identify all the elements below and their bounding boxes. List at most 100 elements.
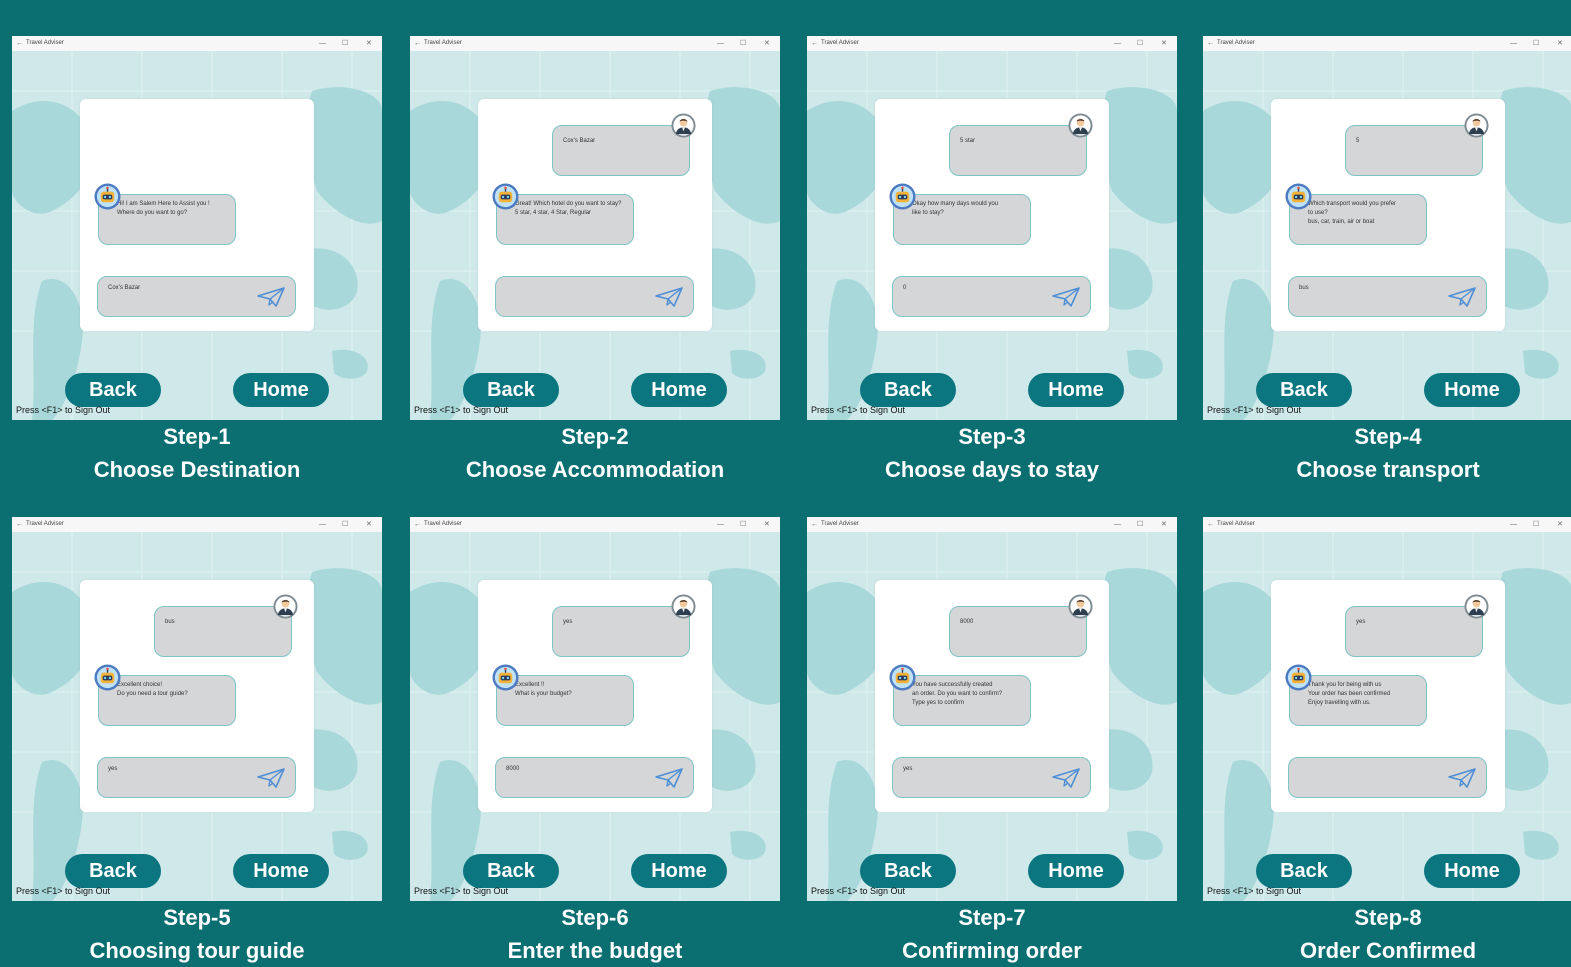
message-input[interactable]: yes [892, 757, 1091, 798]
robot-avatar-icon [1285, 664, 1312, 691]
input-value[interactable]: Cox's Bazar [108, 285, 140, 291]
back-button[interactable]: Back [1256, 854, 1352, 888]
message-input[interactable]: bus [1288, 276, 1487, 317]
input-value[interactable]: 0 [903, 285, 906, 291]
bot-message-line: You have successfully created [912, 682, 993, 688]
maximize-button[interactable]: ☐ [342, 36, 348, 51]
paper-plane-icon[interactable] [256, 767, 286, 789]
minimize-button[interactable]: — [1510, 517, 1517, 532]
paper-plane-icon[interactable] [256, 286, 286, 308]
back-button[interactable]: Back [463, 373, 559, 407]
window-title: Travel Adviser [424, 40, 462, 46]
home-button[interactable]: Home [1028, 373, 1124, 407]
input-value[interactable]: 8000 [506, 766, 519, 772]
input-value[interactable]: bus [1299, 285, 1309, 291]
minimize-button[interactable]: — [319, 36, 326, 51]
close-button[interactable]: ✕ [1161, 517, 1167, 532]
close-button[interactable]: ✕ [764, 36, 770, 51]
paper-plane-icon[interactable] [654, 286, 684, 308]
maximize-button[interactable]: ☐ [740, 517, 746, 532]
step-panel-6: ← Travel Adviser — ☐ ✕ yes Excellent !! … [410, 517, 780, 967]
back-arrow-icon[interactable]: ← [1207, 36, 1214, 51]
maximize-button[interactable]: ☐ [1533, 36, 1539, 51]
back-arrow-icon[interactable]: ← [414, 517, 421, 532]
close-button[interactable]: ✕ [1557, 517, 1563, 532]
back-arrow-icon[interactable]: ← [811, 517, 818, 532]
chat-card: bus Excellent choice! Do you need a tour … [80, 580, 314, 812]
back-arrow-icon[interactable]: ← [811, 36, 818, 51]
minimize-button[interactable]: — [319, 517, 326, 532]
paper-plane-icon[interactable] [1447, 286, 1477, 308]
message-input[interactable]: yes [97, 757, 296, 798]
chat-card: Cox's Bazar Great! Which hotel do you wa… [478, 99, 712, 331]
back-button[interactable]: Back [1256, 373, 1352, 407]
home-button[interactable]: Home [233, 373, 329, 407]
paper-plane-icon[interactable] [1447, 767, 1477, 789]
step-caption: Choose Accommodation [465, 457, 725, 482]
home-button[interactable]: Home [1424, 854, 1520, 888]
message-input[interactable]: Cox's Bazar [97, 276, 296, 317]
minimize-button[interactable]: — [1114, 517, 1121, 532]
paper-plane-icon[interactable] [654, 767, 684, 789]
paper-plane-icon[interactable] [1051, 286, 1081, 308]
home-button[interactable]: Home [631, 854, 727, 888]
businessman-avatar-icon [1068, 594, 1093, 619]
paper-plane-icon[interactable] [1051, 767, 1081, 789]
close-button[interactable]: ✕ [1161, 36, 1167, 51]
close-button[interactable]: ✕ [366, 517, 372, 532]
signout-hint: Press <F1> to Sign Out [1207, 886, 1302, 896]
back-button[interactable]: Back [65, 373, 161, 407]
message-input[interactable] [1288, 757, 1487, 798]
chat-card: yes Thank you for being with us Your orde… [1271, 580, 1505, 812]
app-window-screenshot: ← Travel Adviser — ☐ ✕ [410, 517, 780, 901]
step-number: Step-1 [163, 424, 231, 449]
back-button[interactable]: Back [65, 854, 161, 888]
user-message-bubble: bus [154, 606, 292, 657]
close-button[interactable]: ✕ [764, 517, 770, 532]
title-bar: ← Travel Adviser — ☐ ✕ [410, 517, 780, 533]
maximize-button[interactable]: ☐ [1533, 517, 1539, 532]
bot-message-line: What is your budget? [515, 691, 572, 697]
back-button[interactable]: Back [860, 373, 956, 407]
message-input[interactable] [495, 276, 694, 317]
message-input[interactable]: 8000 [495, 757, 694, 798]
home-button[interactable]: Home [631, 373, 727, 407]
chat-card: Hi! I am Salem Here to Assist you ! Where… [80, 99, 314, 331]
maximize-button[interactable]: ☐ [1137, 36, 1143, 51]
chat-card: 5 star Okay how many days would you like … [875, 99, 1109, 331]
back-arrow-icon[interactable]: ← [414, 36, 421, 51]
maximize-button[interactable]: ☐ [740, 36, 746, 51]
user-message-text: bus [165, 619, 175, 625]
input-value[interactable]: yes [108, 766, 117, 772]
user-message-text: yes [1356, 619, 1366, 625]
bot-message-line: Type yes to confirm [912, 700, 965, 706]
back-button[interactable]: Back [463, 854, 559, 888]
back-arrow-icon[interactable]: ← [16, 517, 23, 532]
close-button[interactable]: ✕ [366, 36, 372, 51]
maximize-button[interactable]: ☐ [1137, 517, 1143, 532]
back-arrow-icon[interactable]: ← [1207, 517, 1214, 532]
app-window-screenshot: ← Travel Adviser — ☐ ✕ [12, 36, 382, 420]
user-message-text: 5 star [960, 138, 976, 144]
businessman-avatar-icon [1464, 113, 1489, 138]
back-button[interactable]: Back [860, 854, 956, 888]
robot-avatar-icon [94, 664, 121, 691]
back-arrow-icon[interactable]: ← [16, 36, 23, 51]
bot-message-line: Enjoy travelling with us. [1308, 700, 1371, 706]
minimize-button[interactable]: — [717, 36, 724, 51]
home-button[interactable]: Home [1424, 373, 1520, 407]
close-button[interactable]: ✕ [1557, 36, 1563, 51]
message-input[interactable]: 0 [892, 276, 1091, 317]
home-button[interactable]: Home [233, 854, 329, 888]
robot-avatar-icon [1285, 183, 1312, 210]
user-message-text: 8000 [960, 619, 974, 625]
minimize-button[interactable]: — [717, 517, 724, 532]
home-button[interactable]: Home [1028, 854, 1124, 888]
minimize-button[interactable]: — [1114, 36, 1121, 51]
bot-message-line: Which transport would you prefer [1308, 201, 1397, 207]
app-window-screenshot: ← Travel Adviser — ☐ ✕ [410, 36, 780, 420]
businessman-avatar-icon [671, 594, 696, 619]
minimize-button[interactable]: — [1510, 36, 1517, 51]
input-value[interactable]: yes [903, 766, 912, 772]
maximize-button[interactable]: ☐ [342, 517, 348, 532]
